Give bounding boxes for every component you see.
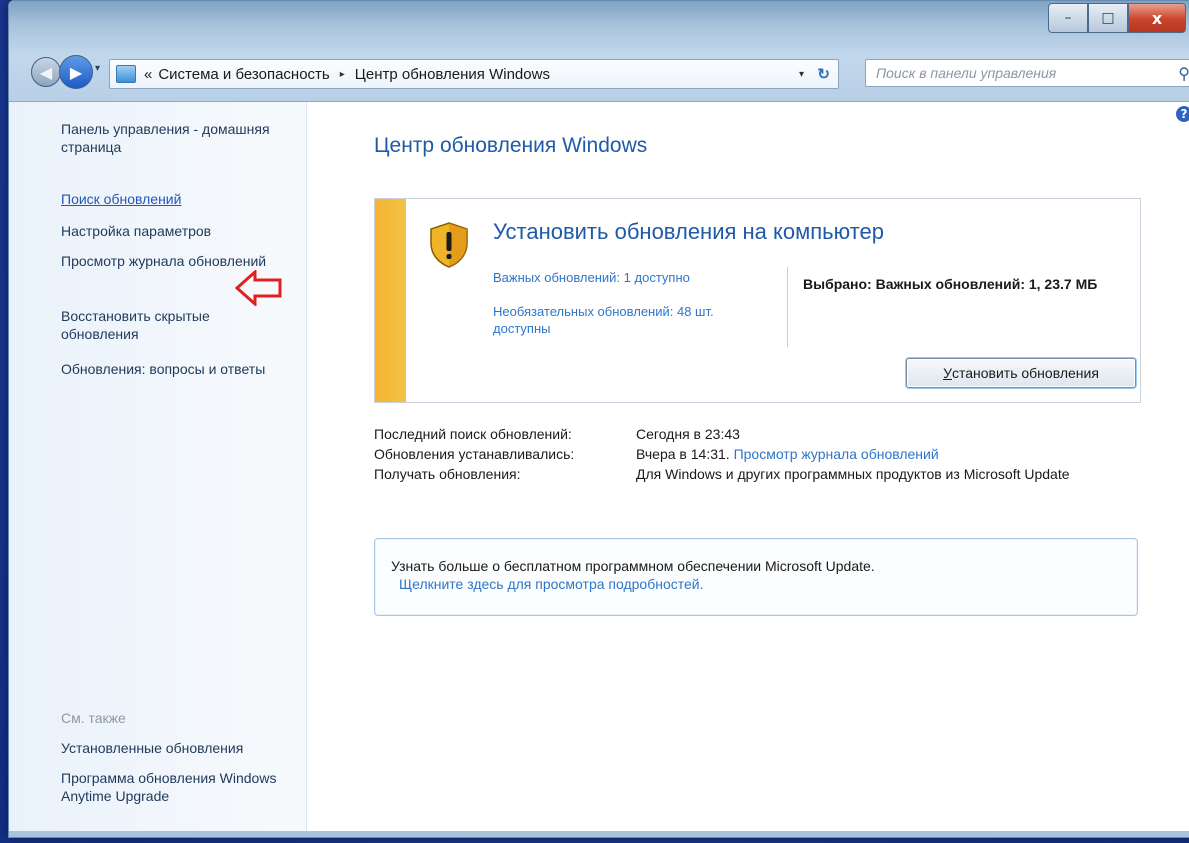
window-frame: – □ x ◀ ▶ ▾ « Система и безопасность ▸ Ц… <box>9 1 1189 102</box>
see-also-label: См. также <box>61 710 126 726</box>
window-controls: – □ x <box>1048 3 1186 33</box>
info-row-receive: Получать обновления: Для Windows и други… <box>374 464 1154 484</box>
sidebar-item-faq[interactable]: Обновления: вопросы и ответы <box>61 360 281 378</box>
last-check-label: Последний поиск обновлений: <box>374 426 572 442</box>
warning-shield-icon <box>430 222 468 268</box>
install-button-accelerator: У <box>943 365 952 381</box>
breadcrumb-windows-update[interactable]: Центр обновления Windows <box>355 66 550 83</box>
important-updates-link[interactable]: Важных обновлений: 1 доступно <box>493 269 690 286</box>
sidebar-item-check-updates[interactable]: Поиск обновлений <box>61 190 281 208</box>
breadcrumb-separator[interactable]: ▸ <box>340 69 345 80</box>
sidebar-item-restore-hidden[interactable]: Восстановить скрытые обновления <box>61 307 281 343</box>
forward-button[interactable]: ▶ <box>59 55 93 89</box>
info-row-last-check: Последний поиск обновлений: Сегодня в 23… <box>374 424 1154 444</box>
main-content: ? Центр обновления Windows Установить об… <box>307 102 1189 837</box>
receive-value: Для Windows и других программных продукт… <box>636 466 1070 482</box>
last-check-value: Сегодня в 23:43 <box>636 426 740 442</box>
info-row-installed: Обновления устанавливались: Вчера в 14:3… <box>374 444 1154 464</box>
annotation-arrow-icon <box>235 270 282 306</box>
navigation-bar: ◀ ▶ ▾ « Система и безопасность ▸ Центр о… <box>27 49 1189 93</box>
update-info: Последний поиск обновлений: Сегодня в 23… <box>374 424 1154 484</box>
view-history-link[interactable]: Просмотр журнала обновлений <box>734 446 939 462</box>
selected-updates-summary: Выбрано: Важных обновлений: 1, 23.7 МБ <box>803 276 1098 292</box>
close-button[interactable]: x <box>1128 3 1186 33</box>
sidebar-item-settings[interactable]: Настройка параметров <box>61 222 281 240</box>
refresh-icon[interactable]: ↻ <box>817 65 830 83</box>
installed-label: Обновления устанавливались: <box>374 446 575 462</box>
control-panel-window: – □ x ◀ ▶ ▾ « Система и безопасность ▸ Ц… <box>8 0 1189 838</box>
panel-heading: Установить обновления на компьютер <box>493 219 884 244</box>
warning-color-bar <box>375 199 406 402</box>
minimize-button[interactable]: – <box>1048 3 1088 33</box>
installed-value: Вчера в 14:31. <box>636 446 730 462</box>
address-dropdown-icon[interactable]: ▾ <box>799 69 804 80</box>
page-title: Центр обновления Windows <box>374 134 648 157</box>
arrow-left-icon: ◀ <box>39 62 53 82</box>
more-info-text-block: Узнать больше о бесплатном программном о… <box>391 557 875 593</box>
help-icon[interactable]: ? <box>1176 106 1189 122</box>
microsoft-update-info-box: Узнать больше о бесплатном программном о… <box>374 538 1138 616</box>
search-input[interactable]: Поиск в панели управления ⚲ <box>865 59 1189 87</box>
more-info-link[interactable]: Щелкните здесь для просмотра подробносте… <box>391 575 875 593</box>
control-panel-icon <box>116 65 136 83</box>
breadcrumb-system-security[interactable]: Система и безопасность <box>158 66 329 83</box>
search-icon[interactable]: ⚲ <box>1178 64 1189 84</box>
install-updates-button[interactable]: Установить обновления <box>906 358 1136 388</box>
receive-label: Получать обновления: <box>374 466 521 482</box>
back-button[interactable]: ◀ <box>31 57 61 87</box>
optional-updates-link[interactable]: Необязательных обновлений: 48 шт. доступ… <box>493 303 763 337</box>
breadcrumb-overflow[interactable]: « <box>144 66 152 83</box>
sidebar-item-anytime-upgrade[interactable]: Программа обновления Windows Anytime Upg… <box>61 769 281 805</box>
address-bar[interactable]: « Система и безопасность ▸ Центр обновле… <box>109 59 839 89</box>
panel-divider <box>787 267 788 347</box>
sidebar-item-installed-updates[interactable]: Установленные обновления <box>61 739 281 757</box>
sidebar-home-link[interactable]: Панель управления - домашняя страница <box>61 120 281 156</box>
search-placeholder: Поиск в панели управления <box>876 65 1057 81</box>
more-info-text: Узнать больше о бесплатном программном о… <box>391 558 875 574</box>
installed-value-cell: Вчера в 14:31. Просмотр журнала обновлен… <box>636 444 1154 464</box>
install-updates-panel: Установить обновления на компьютер Важны… <box>374 198 1141 403</box>
maximize-button[interactable]: □ <box>1088 3 1128 33</box>
recent-pages-dropdown[interactable]: ▾ <box>95 63 100 74</box>
sidebar: Панель управления - домашняя страница По… <box>9 102 307 837</box>
arrow-right-icon: ▶ <box>69 62 83 82</box>
window-bottom-frame <box>9 831 1189 837</box>
sidebar-item-history[interactable]: Просмотр журнала обновлений <box>61 252 281 270</box>
install-button-label: становить обновления <box>951 365 1099 381</box>
